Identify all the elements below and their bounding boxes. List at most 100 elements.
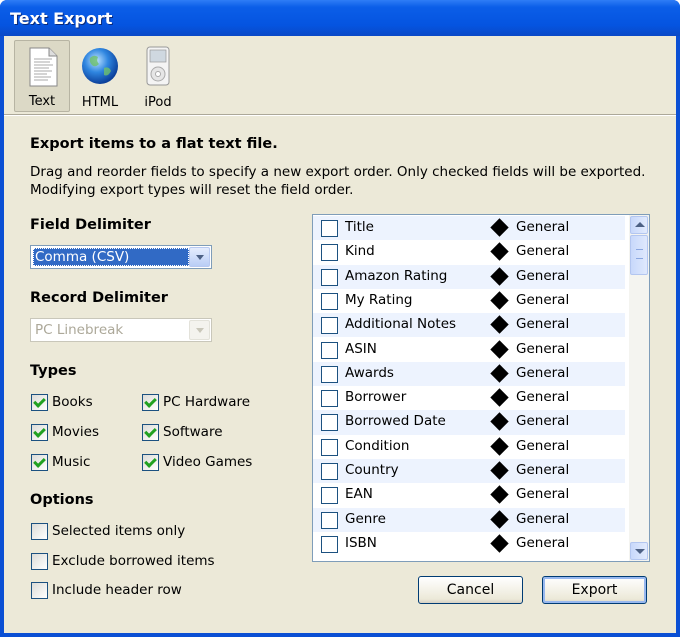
field-name: Country — [345, 462, 399, 478]
field-row[interactable]: My Rating General — [313, 289, 625, 313]
field-type[interactable]: General — [516, 365, 569, 381]
record-delimiter-value: PC Linebreak — [35, 322, 124, 338]
type-pc-hardware-checkbox[interactable] — [142, 394, 159, 411]
field-type[interactable]: General — [516, 219, 569, 235]
type-diamond-icon[interactable] — [490, 242, 509, 261]
record-delimiter-select: PC Linebreak — [30, 318, 212, 342]
field-row[interactable]: Additional Notes General — [313, 313, 625, 338]
type-diamond-icon[interactable] — [490, 339, 509, 359]
field-row[interactable]: Genre General — [313, 507, 625, 532]
type-diamond-icon[interactable] — [490, 436, 509, 456]
field-checkbox[interactable] — [321, 535, 338, 553]
vertical-scrollbar[interactable] — [629, 215, 649, 561]
field-name: Additional Notes — [345, 316, 457, 333]
type-software-checkbox[interactable] — [142, 424, 159, 441]
field-row[interactable]: Kind General — [313, 240, 625, 264]
chevron-down-icon — [189, 320, 210, 340]
field-delimiter-value: Comma (CSV) — [33, 248, 189, 266]
export-button[interactable]: Export — [542, 576, 647, 604]
field-checkbox[interactable] — [321, 463, 338, 480]
type-diamond-icon[interactable] — [490, 291, 509, 310]
field-row[interactable]: Borrowed Date General — [313, 410, 625, 435]
tab-html[interactable]: HTML — [72, 40, 128, 112]
scroll-thumb[interactable] — [630, 235, 648, 275]
type-video-games-checkbox[interactable] — [142, 454, 159, 471]
type-music-checkbox[interactable] — [31, 454, 48, 471]
exclude-borrowed-checkbox[interactable] — [31, 553, 48, 570]
field-type[interactable]: General — [516, 462, 569, 478]
field-checkbox[interactable] — [321, 244, 338, 262]
field-checkbox[interactable] — [321, 317, 338, 335]
type-diamond-icon[interactable] — [490, 218, 509, 237]
toolbar-divider — [4, 114, 676, 116]
tab-text[interactable]: Text — [14, 40, 70, 112]
field-name: Borrower — [345, 389, 407, 406]
field-row[interactable]: ASIN General — [313, 338, 625, 362]
field-name: Amazon Rating — [345, 267, 448, 284]
export-fields-list[interactable]: Title General Kind General Amazon Rating… — [312, 214, 650, 562]
field-delimiter-label: Field Delimiter — [30, 217, 151, 233]
include-header-row-label: Include header row — [52, 582, 182, 598]
field-type[interactable]: General — [516, 486, 569, 502]
field-row[interactable]: Condition General — [313, 435, 625, 459]
field-checkbox[interactable] — [321, 268, 338, 286]
type-books-label: Books — [52, 394, 93, 410]
selected-items-only-checkbox[interactable] — [31, 523, 48, 540]
dialog-body: Text HTML iPod Export items to a flat te… — [4, 36, 676, 633]
field-name: ISBN — [345, 534, 377, 551]
field-type[interactable]: General — [516, 535, 569, 551]
field-type[interactable]: General — [516, 243, 569, 259]
field-type[interactable]: General — [516, 511, 569, 527]
type-diamond-icon[interactable] — [490, 461, 509, 480]
field-checkbox[interactable] — [321, 511, 338, 529]
field-row[interactable]: Awards General — [313, 361, 625, 387]
type-diamond-icon[interactable] — [490, 364, 509, 383]
type-diamond-icon[interactable] — [490, 266, 509, 286]
field-type[interactable]: General — [516, 341, 569, 357]
chevron-down-icon[interactable] — [189, 247, 210, 267]
include-header-row-checkbox[interactable] — [31, 582, 48, 599]
field-row[interactable]: ISBN General — [313, 532, 625, 556]
title-bar[interactable]: Text Export — [0, 0, 680, 36]
field-type[interactable]: General — [516, 292, 569, 308]
type-movies-checkbox[interactable] — [31, 424, 48, 441]
exclude-borrowed-label: Exclude borrowed items — [52, 553, 215, 569]
field-checkbox[interactable] — [321, 365, 338, 383]
page-title: Export items to a flat text file. — [30, 136, 278, 152]
field-checkbox[interactable] — [321, 390, 338, 408]
field-checkbox[interactable] — [321, 220, 338, 237]
record-delimiter-label: Record Delimiter — [30, 290, 168, 306]
field-checkbox[interactable] — [321, 414, 338, 432]
type-movies-label: Movies — [52, 424, 99, 440]
field-checkbox[interactable] — [321, 438, 338, 456]
field-type[interactable]: General — [516, 389, 569, 405]
field-type[interactable]: General — [516, 438, 569, 454]
text-document-icon — [29, 47, 58, 87]
tab-ipod[interactable]: iPod — [130, 40, 186, 112]
type-diamond-icon[interactable] — [490, 315, 509, 334]
field-row[interactable]: Title General — [313, 216, 625, 241]
type-diamond-icon[interactable] — [490, 388, 509, 407]
type-diamond-icon[interactable] — [490, 412, 509, 432]
type-diamond-icon[interactable] — [490, 534, 509, 553]
field-type[interactable]: General — [516, 268, 569, 284]
field-row[interactable]: EAN General — [313, 483, 625, 507]
field-name: Genre — [345, 510, 386, 527]
field-row[interactable]: Borrower General — [313, 386, 625, 410]
field-checkbox[interactable] — [321, 341, 338, 359]
field-type[interactable]: General — [516, 316, 569, 332]
field-checkbox[interactable] — [321, 487, 338, 505]
scroll-up-icon[interactable] — [630, 216, 648, 234]
field-delimiter-select[interactable]: Comma (CSV) — [30, 245, 212, 269]
type-books-checkbox[interactable] — [31, 394, 48, 411]
field-checkbox[interactable] — [321, 292, 338, 310]
field-row[interactable]: Country General — [313, 459, 625, 484]
cancel-button[interactable]: Cancel — [418, 576, 523, 604]
type-diamond-icon[interactable] — [490, 485, 509, 504]
field-type[interactable]: General — [516, 413, 569, 429]
type-diamond-icon[interactable] — [490, 509, 509, 529]
field-row[interactable]: Amazon Rating General — [313, 264, 625, 289]
scroll-down-icon[interactable] — [630, 542, 648, 560]
tab-ipod-label: iPod — [144, 95, 172, 110]
tab-text-label: Text — [28, 94, 56, 109]
